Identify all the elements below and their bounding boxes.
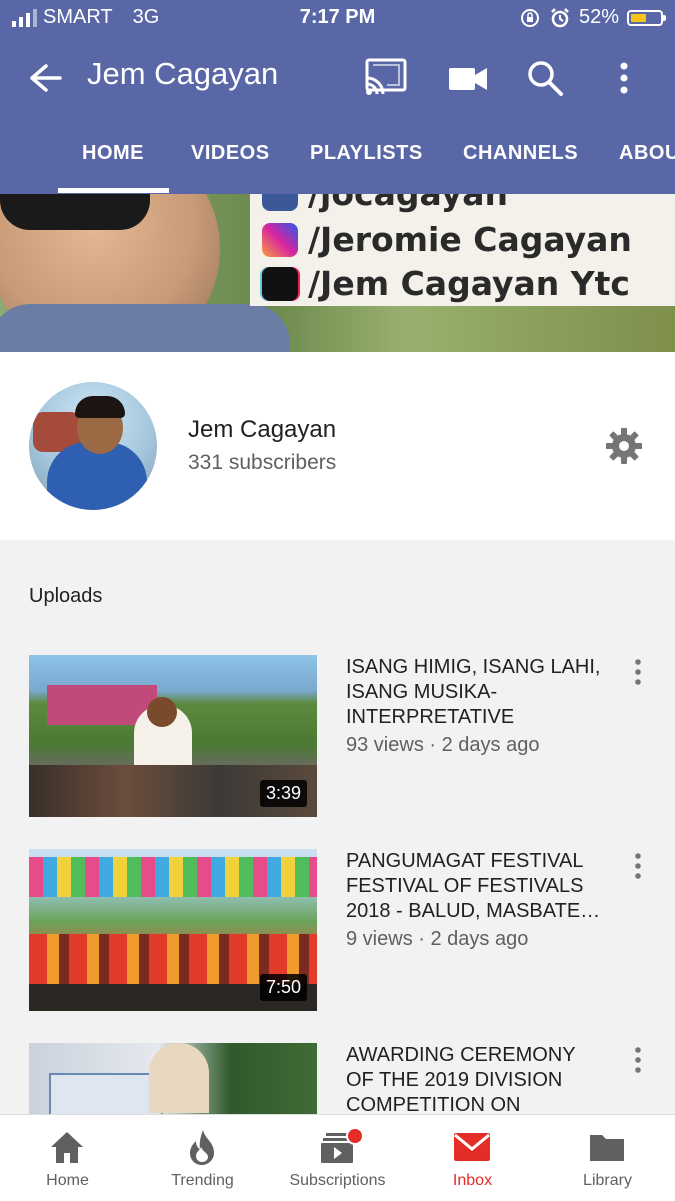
banner-facebook-line: /jocagayan — [262, 194, 508, 213]
video-thumbnail[interactable]: 3:39 — [29, 655, 317, 817]
more-vert-icon[interactable] — [626, 851, 650, 881]
banner-sunglasses — [0, 194, 150, 230]
subscriber-count: 331 subscribers — [188, 451, 337, 474]
bottom-navigation: Home Trending Subscriptions Inbox Librar… — [0, 1114, 675, 1201]
avatar — [29, 382, 157, 510]
app-header: SMART 3G 7:17 PM 52% Jem Cagayan HOME VI… — [0, 0, 675, 194]
tab-about[interactable]: ABOU — [619, 142, 675, 165]
tab-channels[interactable]: CHANNELS — [463, 142, 578, 165]
banner-instagram-line: /Jeromie Cagayan — [262, 220, 632, 259]
nav-inbox[interactable]: Inbox — [405, 1115, 540, 1201]
banner-instagram-text: /Jeromie Cagayan — [308, 220, 632, 259]
banner-facebook-text: /jocagayan — [308, 194, 508, 213]
video-title[interactable]: ISANG HIMIG, ISANG LAHI, ISANG MUSIKA- I… — [346, 655, 608, 730]
nav-trending[interactable]: Trending — [135, 1115, 270, 1201]
banner-tiktok-line: /Jem Cagayan Ytc — [262, 264, 630, 303]
folder-icon — [590, 1135, 624, 1161]
channel-tabs: HOME VIDEOS PLAYLISTS CHANNELS ABOU — [0, 116, 675, 194]
nav-home-label: Home — [46, 1172, 89, 1189]
inbox-icon — [454, 1133, 490, 1161]
battery-percent: 52% — [578, 6, 619, 28]
nav-library-label: Library — [583, 1172, 632, 1189]
video-meta: 9 views · 2 days ago — [346, 928, 529, 950]
more-vert-icon[interactable] — [601, 56, 647, 100]
thumbnail-speaker — [149, 1043, 209, 1113]
instagram-icon — [262, 222, 298, 257]
video-duration: 7:50 — [259, 974, 307, 1001]
app-bar: Jem Cagayan — [0, 40, 675, 116]
nav-subscriptions[interactable]: Subscriptions — [270, 1115, 405, 1201]
banner-social-card: /jocagayan /Jeromie Cagayan /Jem Cagayan… — [250, 194, 675, 306]
banner-tiktok-text: /Jem Cagayan Ytc — [308, 264, 630, 303]
nav-library[interactable]: Library — [540, 1115, 675, 1201]
back-arrow-icon[interactable] — [20, 58, 64, 98]
notification-dot — [346, 1127, 364, 1145]
thumbnail-umbrellas — [29, 857, 317, 897]
more-vert-icon[interactable] — [626, 657, 650, 687]
nav-subscriptions-label: Subscriptions — [289, 1172, 386, 1189]
video-item[interactable]: 7:50 PANGUMAGAT FESTIVAL FESTIVAL OF FES… — [0, 849, 675, 1019]
video-item[interactable]: 3:39 ISANG HIMIG, ISANG LAHI, ISANG MUSI… — [0, 655, 675, 825]
tab-videos[interactable]: VIDEOS — [191, 142, 270, 165]
more-vert-icon[interactable] — [626, 1045, 650, 1075]
video-camera-icon[interactable] — [445, 56, 491, 100]
cast-icon[interactable] — [363, 56, 409, 100]
video-title[interactable]: PANGUMAGAT FESTIVAL FESTIVAL OF FESTIVAL… — [346, 849, 608, 924]
nav-home[interactable]: Home — [0, 1115, 135, 1201]
flame-icon — [190, 1130, 214, 1165]
thumbnail-banner — [49, 1073, 163, 1114]
video-meta: 93 views · 2 days ago — [346, 734, 540, 756]
rotation-lock-icon — [520, 8, 539, 27]
channel-title: Jem Cagayan — [87, 56, 279, 91]
channel-info: Jem Cagayan 331 subscribers — [0, 352, 675, 540]
status-bar: SMART 3G 7:17 PM 52% — [0, 0, 675, 40]
channel-name: Jem Cagayan — [188, 416, 337, 443]
avatar-hair — [75, 396, 125, 418]
alarm-icon — [551, 7, 569, 27]
thumbnail-dancer-head — [147, 697, 177, 727]
video-thumbnail[interactable] — [29, 1043, 317, 1114]
video-duration: 3:39 — [259, 780, 307, 807]
home-icon — [51, 1132, 83, 1163]
banner-shirt — [0, 304, 290, 352]
tiktok-icon — [262, 266, 298, 301]
battery-icon — [627, 9, 666, 26]
tab-playlists[interactable]: PLAYLISTS — [310, 142, 423, 165]
nav-trending-label: Trending — [171, 1172, 234, 1189]
selected-tab-indicator — [58, 188, 169, 193]
nav-inbox-label: Inbox — [452, 1172, 493, 1189]
channel-banner: /jocagayan /Jeromie Cagayan /Jem Cagayan… — [0, 194, 675, 352]
uploads-heading: Uploads — [29, 585, 103, 607]
video-title[interactable]: AWARDING CEREMONY OF THE 2019 DIVISION C… — [346, 1043, 608, 1114]
video-thumbnail[interactable]: 7:50 — [29, 849, 317, 1011]
search-icon[interactable] — [522, 56, 568, 100]
battery-level-fill — [631, 13, 646, 22]
gear-icon[interactable] — [604, 426, 644, 466]
tab-home[interactable]: HOME — [82, 142, 144, 165]
video-item[interactable]: AWARDING CEREMONY OF THE 2019 DIVISION C… — [0, 1043, 675, 1114]
facebook-icon — [262, 194, 298, 211]
status-right: 52% — [519, 6, 666, 29]
